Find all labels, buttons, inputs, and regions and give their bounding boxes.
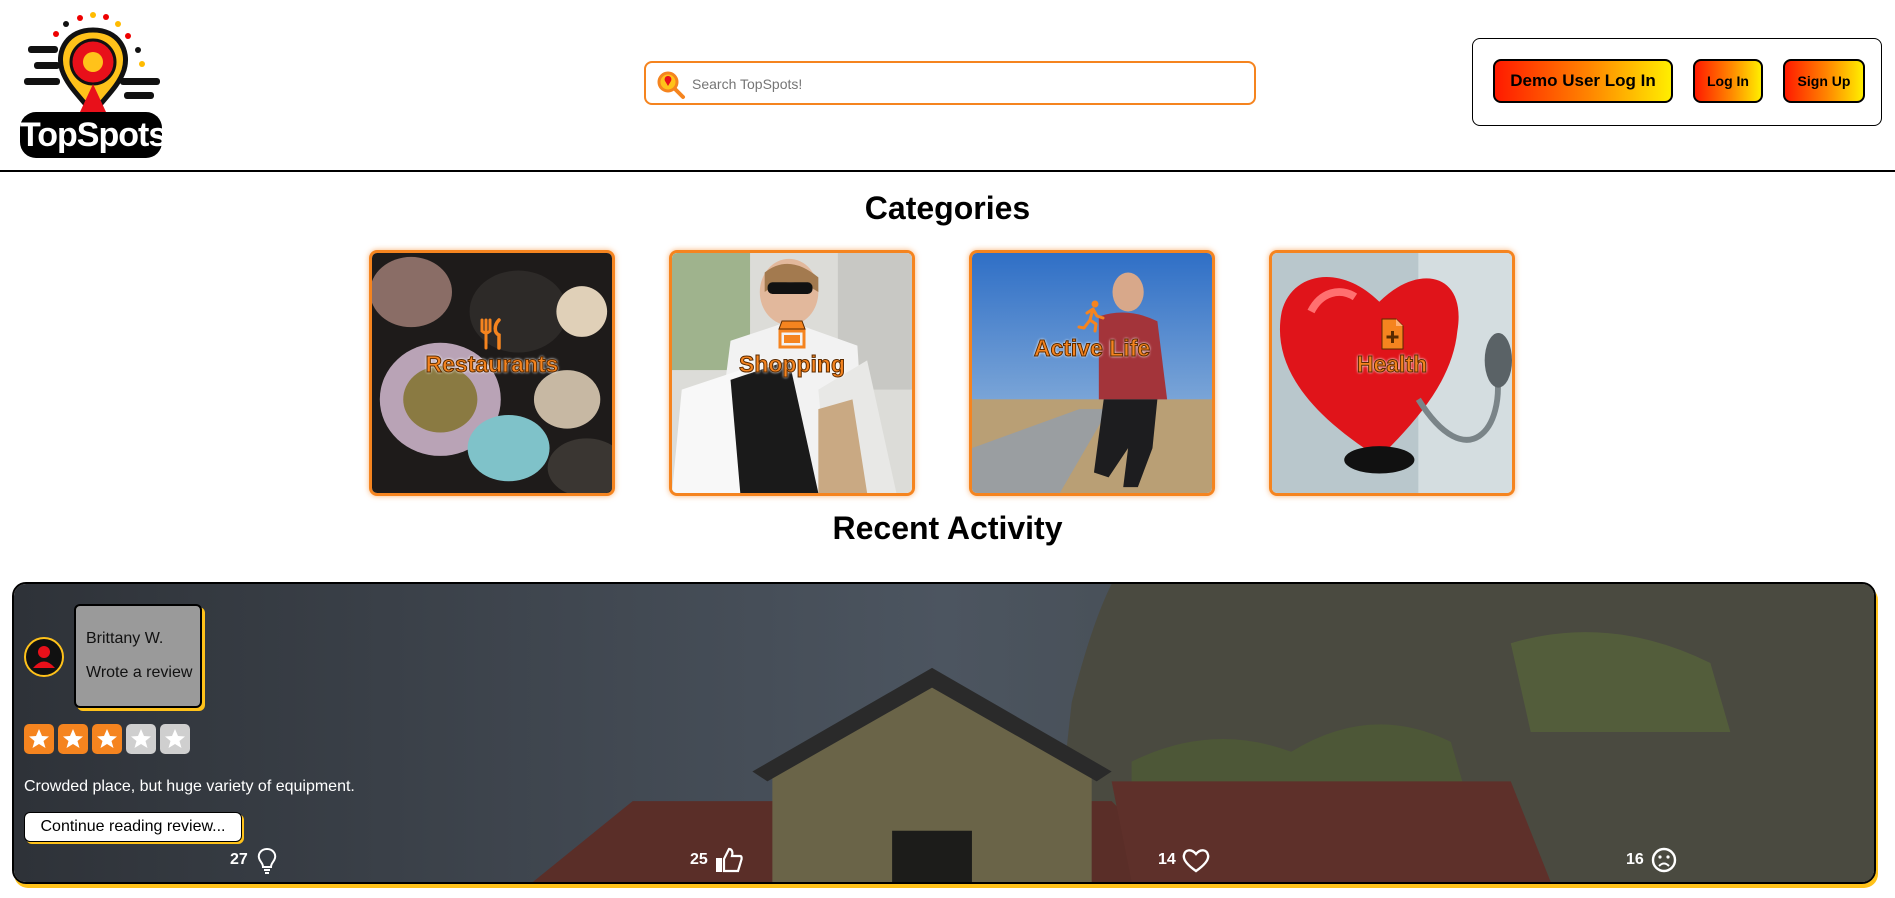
activity-action: Wrote a review (86, 664, 193, 681)
search-bar (644, 61, 1256, 105)
category-label: Health (1356, 351, 1428, 378)
category-active-life[interactable]: Active Life (969, 250, 1215, 496)
lightbulb-icon (257, 847, 277, 874)
reaction-count: 16 (1626, 851, 1644, 868)
reviewer-info[interactable]: Brittany W. Wrote a review (74, 604, 202, 708)
demo-login-button[interactable]: Demo User Log In (1493, 59, 1673, 103)
logo-wordmark: TopSpots (20, 112, 167, 158)
heart-icon (1182, 849, 1210, 873)
sad-face-icon (1651, 847, 1677, 873)
medical-file-icon (1381, 318, 1404, 350)
user-avatar[interactable] (24, 637, 64, 677)
signup-button[interactable]: Sign Up (1783, 59, 1865, 103)
reaction-count: 27 (230, 851, 248, 868)
star-filled (92, 724, 122, 754)
site-header: TopSpots Demo User Log In Log In Sign Up (0, 0, 1895, 172)
star-icon (97, 729, 117, 748)
user-icon (33, 646, 55, 668)
reaction-count: 14 (1158, 851, 1176, 868)
activity-background-photo (14, 584, 1874, 882)
reaction-count: 25 (690, 851, 708, 868)
star-icon (29, 729, 49, 748)
reaction-oh-no[interactable]: 16 (1626, 846, 1677, 874)
category-label: Active Life (1033, 335, 1151, 362)
category-health[interactable]: Health (1269, 250, 1515, 496)
store-icon (778, 320, 806, 349)
topspots-logo[interactable]: TopSpots (20, 12, 170, 158)
search-icon[interactable] (656, 70, 686, 100)
categories-heading: Categories (864, 190, 1031, 226)
category-shopping[interactable]: Shopping (669, 250, 915, 496)
star-empty (160, 724, 190, 754)
person-running-icon (1077, 300, 1105, 333)
star-icon (131, 729, 151, 748)
review-snippet: Crowded place, but huge variety of equip… (24, 778, 355, 795)
continue-reading-button[interactable]: Continue reading review... (24, 812, 242, 842)
reaction-helpful[interactable]: 27 (230, 846, 277, 874)
activity-card: Brittany W. Wrote a review Crowded place… (12, 582, 1876, 884)
thumbs-up-icon (716, 847, 743, 873)
star-filled (58, 724, 88, 754)
auth-buttons-panel: Demo User Log In Log In Sign Up (1472, 38, 1882, 126)
category-label: Restaurants (425, 351, 559, 378)
login-button[interactable]: Log In (1693, 59, 1763, 103)
utensils-icon (480, 318, 501, 350)
reaction-love[interactable]: 14 (1158, 846, 1210, 874)
reaction-like[interactable]: 25 (690, 846, 743, 874)
active-life-photo (972, 253, 1212, 493)
star-icon (63, 729, 83, 748)
category-restaurants[interactable]: Restaurants (369, 250, 615, 496)
star-filled (24, 724, 54, 754)
star-empty (126, 724, 156, 754)
search-input[interactable] (690, 69, 1244, 99)
star-icon (165, 729, 185, 748)
category-label: Shopping (738, 351, 846, 378)
logo-pin-icon (24, 12, 160, 119)
reviewer-name: Brittany W. (86, 630, 164, 647)
recent-activity-heading: Recent Activity (832, 510, 1063, 546)
